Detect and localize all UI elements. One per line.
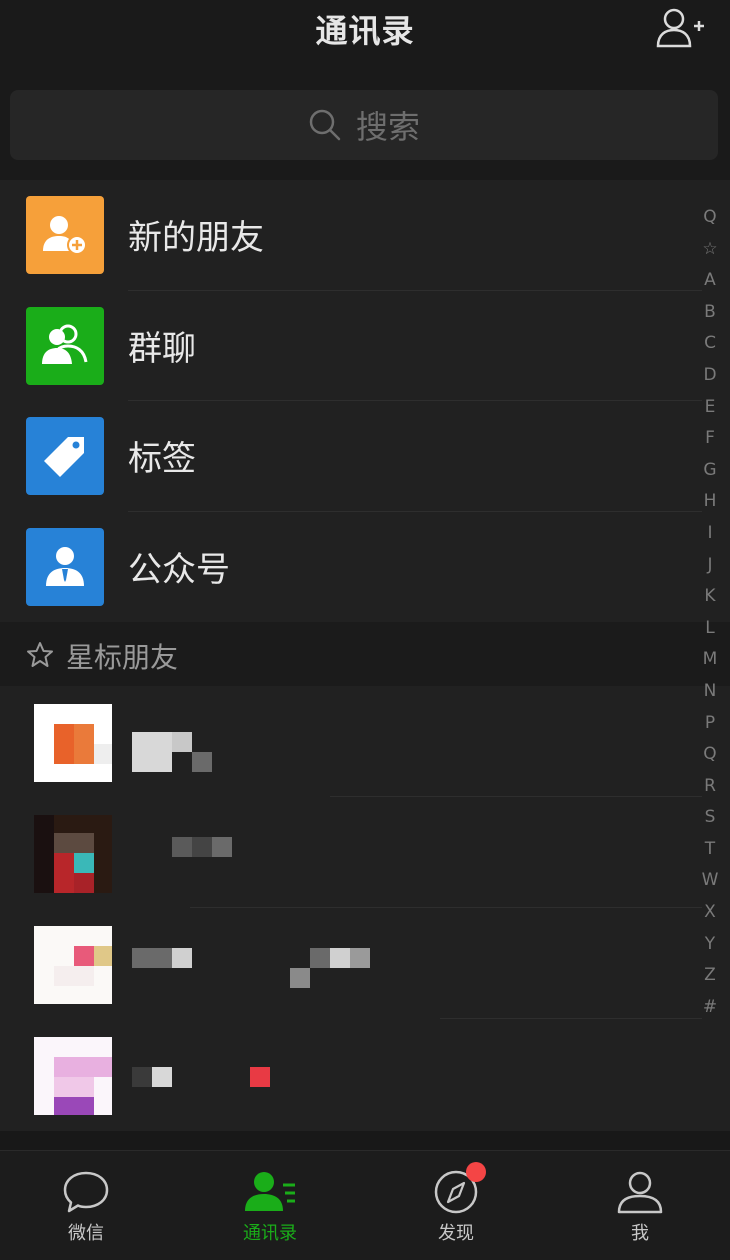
tab-contacts[interactable]: 通讯录 [210,1169,330,1260]
tab-chats-label: 微信 [68,1223,104,1244]
index-letter[interactable]: L [698,613,722,645]
contacts-icon [245,1172,295,1211]
alphabet-index[interactable]: Q ☆ A B C D E F G H I J K L M N P Q R S T W X Y Z # [698,202,722,1023]
tab-me[interactable]: 我 [580,1169,700,1260]
tab-chats[interactable]: 微信 [26,1169,146,1260]
search-icon [309,109,341,141]
search-bar[interactable]: 搜索 [10,90,718,160]
index-letter[interactable]: B [698,297,722,329]
page-title: 通讯录 [315,12,415,50]
function-list: 新的朋友 群聊 标签 公众号 [0,180,730,622]
group-chat-icon [42,324,88,364]
tab-contacts-label: 通讯录 [243,1223,297,1244]
group-chat-icon-box [26,306,104,385]
index-letter[interactable]: T [698,834,722,866]
index-letter[interactable]: I [698,518,722,550]
tag-icon-box [26,417,104,495]
contact-row[interactable] [0,1019,730,1130]
search-placeholder: 搜索 [355,108,420,146]
official-accounts-item[interactable]: 公众号 [0,512,730,623]
contact-list [0,686,730,1131]
index-letter[interactable]: X [698,897,722,929]
chat-bubble-icon [63,1171,109,1213]
profile-icon [617,1171,663,1214]
new-friends-label: 新的朋友 [128,218,264,258]
official-account-icon [46,546,84,586]
new-friend-icon [43,216,87,255]
avatar [34,926,112,1004]
index-letter[interactable]: J [698,550,722,582]
starred-friends-header: 星标朋友 [0,622,730,686]
add-friend-icon [656,8,704,48]
header: 通讯录 搜索 [0,0,730,180]
index-letter[interactable]: Z [698,960,722,992]
tab-discover-label: 发现 [438,1223,474,1244]
contact-row[interactable] [0,686,730,797]
index-letter[interactable]: C [698,328,722,360]
contact-row[interactable] [0,797,730,908]
contact-row[interactable] [0,908,730,1019]
tab-bar: 微信 通讯录 发现 我 [0,1150,730,1260]
tag-icon [44,437,84,477]
tab-discover[interactable]: 发现 [396,1162,516,1260]
index-letter[interactable]: H [698,486,722,518]
official-accounts-label: 公众号 [128,549,230,590]
index-letter[interactable]: Y [698,929,722,961]
avatar [34,815,112,893]
index-letter[interactable]: ☆ [698,234,722,266]
notification-badge [466,1162,486,1182]
index-letter[interactable]: A [698,265,722,297]
official-account-icon-box [26,527,104,606]
avatar [34,704,112,782]
index-letter[interactable]: G [698,455,722,487]
index-letter[interactable]: P [698,708,722,740]
tab-me-label: 我 [631,1223,649,1244]
tags-item[interactable]: 标签 [0,401,730,512]
index-letter[interactable]: D [698,360,722,392]
star-icon [27,642,53,667]
index-letter[interactable]: K [698,581,722,613]
index-letter[interactable]: F [698,423,722,455]
tags-label: 标签 [128,439,196,479]
index-letter[interactable]: S [698,802,722,834]
new-friends-item[interactable]: 新的朋友 [0,180,730,291]
index-letter[interactable]: M [698,644,722,676]
new-friend-icon-box [26,196,104,274]
index-letter[interactable]: Q [698,739,722,771]
index-letter[interactable]: N [698,676,722,708]
add-friend-button[interactable] [656,6,706,50]
index-letter[interactable]: # [698,992,722,1024]
index-letter[interactable]: W [698,865,722,897]
starred-friends-label: 星标朋友 [66,641,179,674]
group-chats-label: 群聊 [128,328,196,369]
index-letter[interactable]: E [698,392,722,424]
index-letter[interactable]: Q [698,202,722,234]
group-chats-item[interactable]: 群聊 [0,291,730,401]
index-letter[interactable]: R [698,771,722,803]
avatar [34,1037,112,1115]
